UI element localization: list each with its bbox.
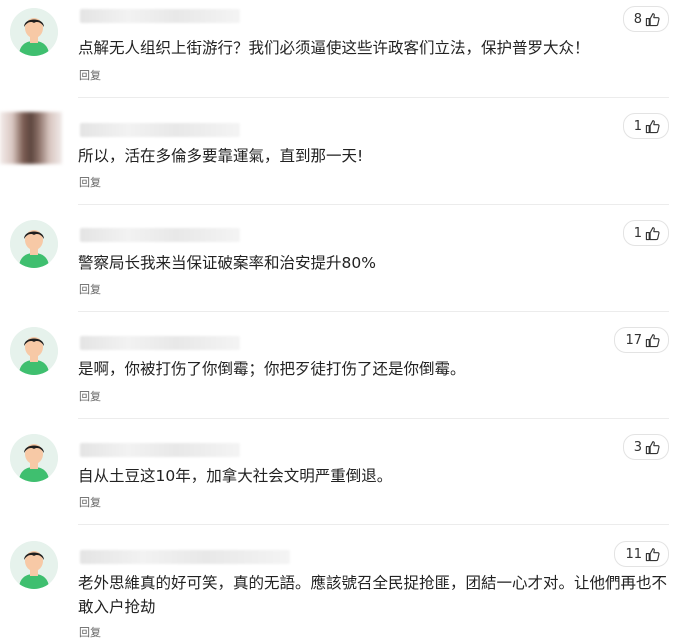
person-avatar-icon <box>10 327 58 375</box>
reply-link[interactable]: 回复 <box>79 388 101 404</box>
comment-text: 老外思維真的好可笑，真的无語。應該號召全民捉抢匪，团結一心才对。让他們再也不敢入… <box>78 574 668 616</box>
divider <box>78 204 669 205</box>
comment-list: 8 点解无人组织上街游行？我们必须逼使这些许政客们立法，保护普罗大众！ 回复 1… <box>0 0 683 639</box>
like-count: 1 <box>633 225 642 241</box>
comment-text: 是啊，你被打伤了你倒霉；你把歹徒打伤了还是你倒霉。 <box>78 360 466 378</box>
like-count: 17 <box>625 332 642 348</box>
person-avatar-icon <box>10 434 58 482</box>
comment-text: 点解无人组织上街游行？我们必须逼使这些许政客们立法，保护普罗大众！ <box>78 39 590 57</box>
comment-text: 自从土豆这10年，加拿大社会文明严重倒退。 <box>78 467 393 485</box>
thumbs-up-icon <box>645 440 660 454</box>
like-button[interactable]: 1 <box>622 220 669 246</box>
username-redacted <box>80 228 240 242</box>
user-avatar-photo-blurred[interactable] <box>0 112 62 164</box>
like-count: 3 <box>633 439 642 455</box>
thumbs-up-icon <box>645 119 660 133</box>
username-redacted <box>80 9 240 23</box>
divider <box>78 524 669 525</box>
reply-link[interactable]: 回复 <box>79 281 101 297</box>
thumbs-up-icon <box>645 12 660 26</box>
user-avatar[interactable] <box>10 8 58 56</box>
username-redacted <box>80 336 240 350</box>
person-avatar-icon <box>10 220 58 268</box>
user-avatar[interactable] <box>10 434 58 482</box>
thumbs-up-icon <box>645 226 660 240</box>
person-avatar-icon <box>10 8 58 56</box>
like-button[interactable]: 8 <box>622 6 669 32</box>
divider <box>78 311 669 312</box>
like-button[interactable]: 17 <box>614 327 669 353</box>
username-redacted <box>80 443 240 457</box>
like-count: 11 <box>625 546 642 562</box>
like-count: 8 <box>633 11 642 27</box>
person-avatar-icon <box>10 541 58 589</box>
like-button[interactable]: 1 <box>622 113 669 139</box>
divider <box>78 97 669 98</box>
thumbs-up-icon <box>645 547 660 561</box>
user-avatar[interactable] <box>10 327 58 375</box>
divider <box>78 418 669 419</box>
comment-text: 所以，活在多倫多要靠運氣，直到那一天! <box>78 147 364 165</box>
username-redacted <box>80 123 240 137</box>
like-count: 1 <box>633 118 642 134</box>
username-redacted <box>80 550 290 564</box>
reply-link[interactable]: 回复 <box>79 174 101 190</box>
user-avatar[interactable] <box>10 541 58 589</box>
like-button[interactable]: 3 <box>622 434 669 460</box>
reply-link[interactable]: 回复 <box>79 624 101 640</box>
thumbs-up-icon <box>645 333 660 347</box>
comment-text: 警察局长我来当保证破案率和治安提升80% <box>78 254 376 272</box>
reply-link[interactable]: 回复 <box>79 67 101 83</box>
user-avatar[interactable] <box>10 220 58 268</box>
reply-link[interactable]: 回复 <box>79 494 101 510</box>
like-button[interactable]: 11 <box>614 541 669 567</box>
